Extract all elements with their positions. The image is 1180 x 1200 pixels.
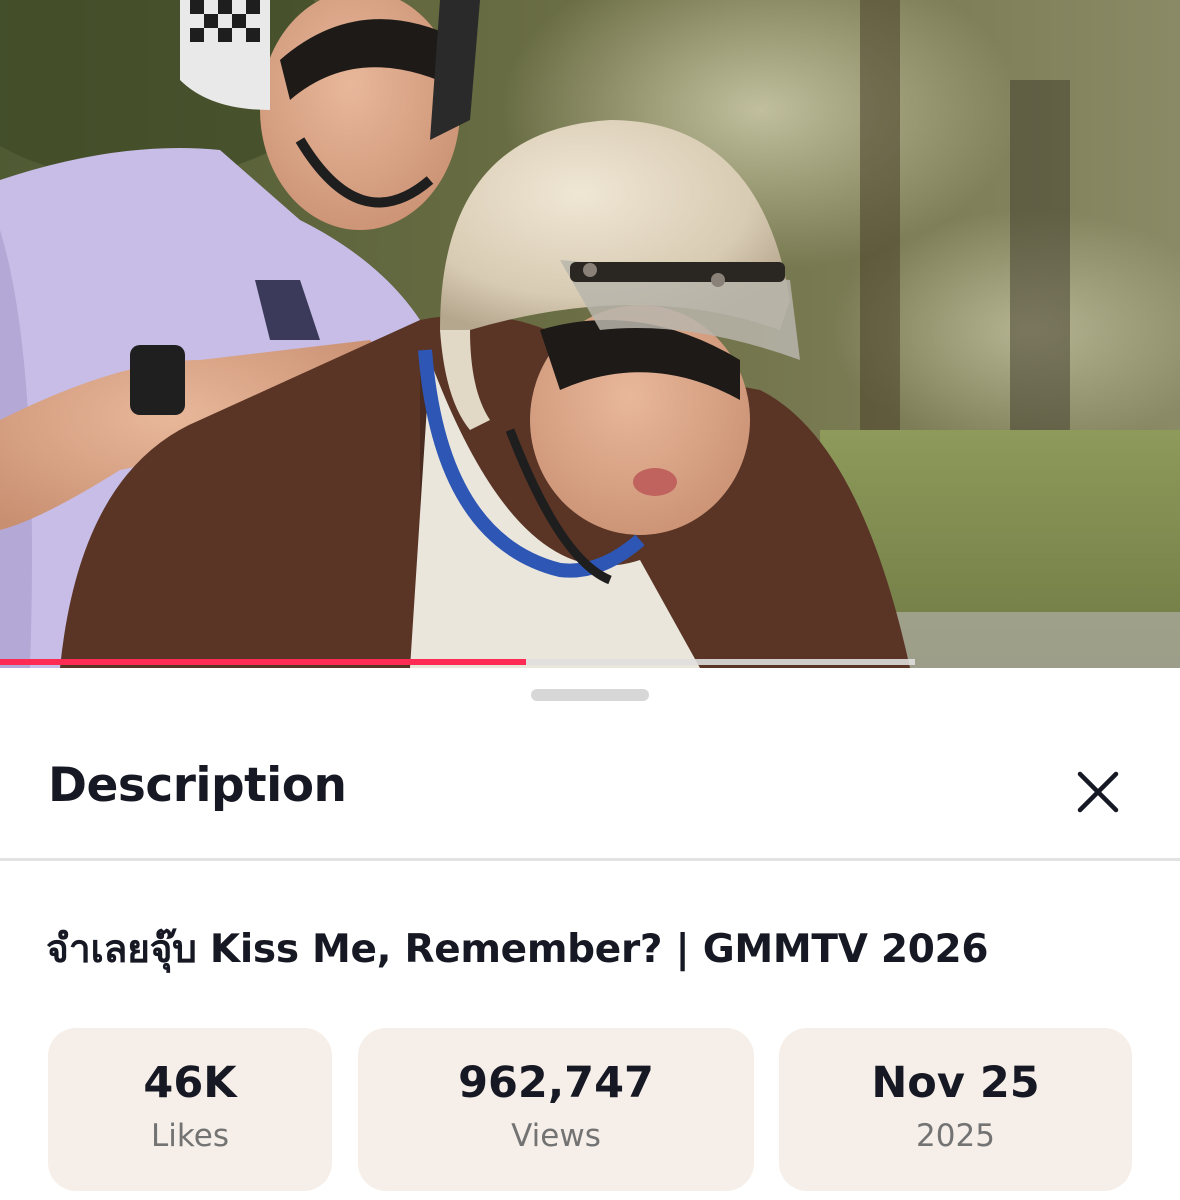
video-progress-bar[interactable] bbox=[0, 659, 915, 665]
post-year: 2025 bbox=[916, 1118, 995, 1154]
close-icon bbox=[1077, 771, 1119, 813]
post-date: Nov 25 bbox=[871, 1058, 1040, 1108]
likes-count: 46K bbox=[143, 1058, 237, 1108]
views-count: 962,747 bbox=[458, 1058, 654, 1108]
app-screen: Description จำเลยจุ๊บ Kiss Me, Remember?… bbox=[0, 0, 1180, 1200]
views-label: Views bbox=[511, 1118, 601, 1154]
video-played-bar bbox=[0, 659, 526, 665]
description-sheet: Description จำเลยจุ๊บ Kiss Me, Remember?… bbox=[0, 668, 1180, 1200]
video-frame-image bbox=[0, 0, 1180, 668]
video-player[interactable] bbox=[0, 0, 1180, 668]
views-stat-card: 962,747 Views bbox=[358, 1028, 754, 1191]
likes-label: Likes bbox=[151, 1118, 229, 1154]
header-divider bbox=[0, 858, 1180, 861]
sheet-drag-handle[interactable] bbox=[531, 689, 649, 701]
close-button[interactable] bbox=[1068, 762, 1128, 822]
sheet-title: Description bbox=[48, 758, 347, 813]
date-stat-card: Nov 25 2025 bbox=[779, 1028, 1132, 1191]
video-title: จำเลยจุ๊บ Kiss Me, Remember? | GMMTV 202… bbox=[46, 927, 989, 972]
likes-stat-card: 46K Likes bbox=[48, 1028, 332, 1191]
